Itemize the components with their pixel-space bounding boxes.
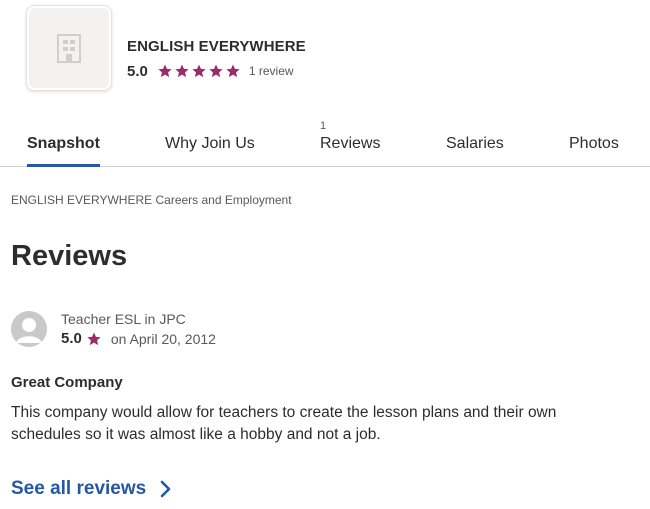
star-icon xyxy=(191,63,207,79)
avatar xyxy=(11,311,47,347)
company-name: ENGLISH EVERYWHERE xyxy=(127,38,306,55)
tab-salaries[interactable]: Salaries xyxy=(446,116,506,166)
tab-reviews[interactable]: 1 Reviews xyxy=(320,116,380,166)
tab-label: Snapshot xyxy=(27,135,100,152)
star-icon xyxy=(86,331,102,347)
tab-snapshot[interactable]: Snapshot xyxy=(27,116,100,167)
star-icon xyxy=(225,63,241,79)
breadcrumb: ENGLISH EVERYWHERE Careers and Employmen… xyxy=(11,193,292,207)
building-icon xyxy=(57,34,81,63)
review-title: Great Company xyxy=(11,374,123,391)
review-count-link[interactable]: 1 review xyxy=(249,64,294,78)
reviewer-info: Teacher ESL in JPC xyxy=(61,311,186,327)
company-rating: 5.0 1 review xyxy=(127,62,294,80)
tab-label: Salaries xyxy=(446,135,504,152)
active-tab-indicator xyxy=(27,164,100,167)
tab-label: Reviews xyxy=(320,135,381,152)
company-logo[interactable] xyxy=(26,5,112,91)
see-all-reviews-link[interactable]: See all reviews xyxy=(11,477,172,501)
company-tabs: Snapshot Why Join Us 1 Reviews Salaries … xyxy=(0,116,650,167)
review-rating: 5.0 on April 20, 2012 xyxy=(61,330,216,347)
see-all-label: See all reviews xyxy=(11,478,147,499)
tab-label: Why Join Us xyxy=(165,135,255,152)
rating-value: 5.0 xyxy=(127,62,148,80)
star-icon xyxy=(208,63,224,79)
logo-placeholder xyxy=(29,8,109,88)
review-rating-value: 5.0 xyxy=(61,330,82,347)
star-icon xyxy=(174,63,190,79)
review-body: This company would allow for teachers to… xyxy=(11,404,557,443)
company-page: ENGLISH EVERYWHERE 5.0 1 review Snapshot… xyxy=(0,0,650,509)
tab-count-badge: 1 xyxy=(320,120,327,132)
star-icon xyxy=(157,63,173,79)
star-rating xyxy=(157,63,241,79)
review-date: on April 20, 2012 xyxy=(110,330,216,347)
user-icon xyxy=(11,311,47,347)
chevron-right-icon xyxy=(160,480,172,498)
tab-photos[interactable]: Photos xyxy=(569,116,621,166)
section-title: Reviews xyxy=(11,240,128,272)
tab-label: Photos xyxy=(569,135,619,152)
tab-why-join-us[interactable]: Why Join Us xyxy=(165,116,255,166)
